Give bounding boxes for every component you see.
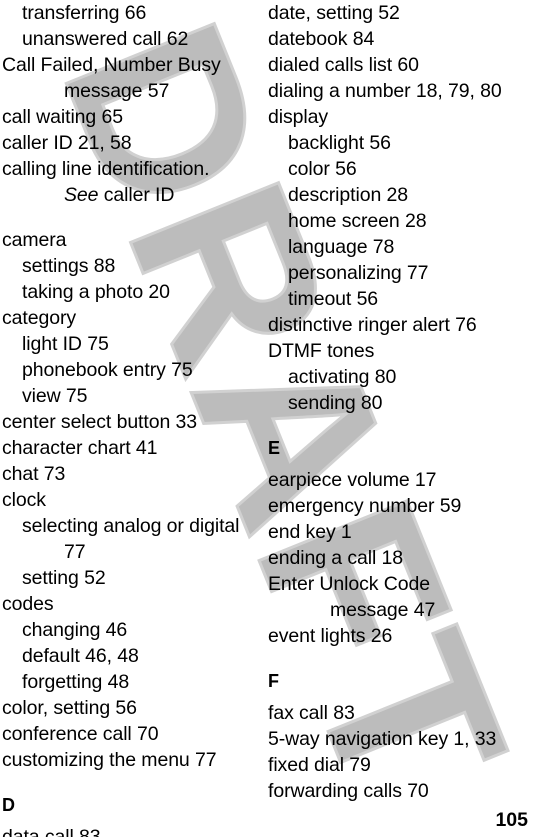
index-section-letter: D bbox=[2, 795, 15, 815]
index-entry-see-reference: See bbox=[64, 184, 99, 206]
index-entry: center select button 33 bbox=[2, 411, 197, 433]
index-entry: timeout 56 bbox=[288, 288, 379, 310]
index-entry: date, setting 52 bbox=[268, 2, 400, 24]
index-entry: caller ID 21, 58 bbox=[2, 132, 132, 154]
index-column-left: transferring 66 unanswered call 62 Call Fa… bbox=[2, 0, 264, 837]
index-entry: conference call 70 bbox=[2, 723, 159, 745]
index-entry: language 78 bbox=[288, 236, 395, 258]
index-entry: fixed dial 79 bbox=[268, 754, 371, 776]
index-entry: earpiece volume 17 bbox=[268, 469, 437, 491]
index-entry: camera bbox=[2, 229, 67, 251]
index-entry: customizing the menu 77 bbox=[2, 749, 217, 771]
index-entry: sending 80 bbox=[288, 392, 383, 414]
index-entry: taking a photo 20 bbox=[22, 281, 170, 303]
index-entry: activating 80 bbox=[288, 366, 397, 388]
index-content: transferring 66 unanswered call 62 Call Fa… bbox=[0, 0, 533, 837]
index-entry: Call Failed, Number Busy bbox=[2, 54, 221, 76]
index-section-letter: E bbox=[268, 438, 281, 458]
index-entry: fax call 83 bbox=[268, 702, 355, 724]
index-entry: description 28 bbox=[288, 184, 409, 206]
index-column-right: date, setting 52 datebook 84 dialed calls … bbox=[268, 0, 530, 804]
index-entry: end key 1 bbox=[268, 521, 352, 543]
index-entry: phonebook entry 75 bbox=[22, 359, 193, 381]
index-entry: message 57 bbox=[64, 80, 170, 102]
index-entry: 77 bbox=[64, 541, 86, 563]
index-entry: message 47 bbox=[330, 599, 436, 621]
index-entry: setting 52 bbox=[22, 567, 106, 589]
index-entry: personalizing 77 bbox=[288, 262, 429, 284]
index-entry: color 56 bbox=[288, 158, 357, 180]
page-number: 105 bbox=[495, 809, 528, 831]
index-entry-text: caller ID bbox=[98, 184, 175, 206]
index-entry: forgetting 48 bbox=[22, 671, 130, 693]
index-entry: codes bbox=[2, 593, 54, 615]
index-entry: color, setting 56 bbox=[2, 697, 137, 719]
index-entry: distinctive ringer alert 76 bbox=[268, 314, 477, 336]
index-page: DRAFT transferring 66 unanswered call 62 C… bbox=[0, 0, 533, 837]
index-entry: settings 88 bbox=[22, 255, 116, 277]
index-entry: emergency number 59 bbox=[268, 495, 462, 517]
index-entry: dialing a number 18, 79, 80 bbox=[268, 80, 502, 102]
index-entry: display bbox=[268, 106, 328, 128]
index-entry: unanswered call 62 bbox=[22, 28, 189, 50]
index-entry: transferring 66 bbox=[22, 2, 147, 24]
index-entry: changing 46 bbox=[22, 619, 128, 641]
index-entry: backlight 56 bbox=[288, 132, 391, 154]
index-entry: character chart 41 bbox=[2, 437, 158, 459]
index-entry: data call 83 bbox=[2, 826, 101, 837]
index-section-letter: F bbox=[268, 671, 279, 691]
index-entry: category bbox=[2, 307, 76, 329]
index-entry: selecting analog or digital bbox=[22, 515, 240, 537]
index-entry: view 75 bbox=[22, 385, 88, 407]
index-entry: home screen 28 bbox=[288, 210, 427, 232]
index-entry: DTMF tones bbox=[268, 340, 375, 362]
index-entry: ending a call 18 bbox=[268, 547, 404, 569]
index-entry: calling line identification. bbox=[2, 158, 210, 180]
index-entry: datebook 84 bbox=[268, 28, 375, 50]
index-entry: Enter Unlock Code bbox=[268, 573, 430, 595]
index-entry: call waiting 65 bbox=[2, 106, 123, 128]
index-entry: See caller ID bbox=[2, 182, 264, 208]
index-entry: event lights 26 bbox=[268, 625, 393, 647]
index-entry: forwarding calls 70 bbox=[268, 780, 429, 802]
index-entry: 5-way navigation key 1, 33 bbox=[268, 728, 497, 750]
index-entry: default 46, 48 bbox=[22, 645, 139, 667]
index-entry: dialed calls list 60 bbox=[268, 54, 419, 76]
index-entry: chat 73 bbox=[2, 463, 66, 485]
index-entry: light ID 75 bbox=[22, 333, 109, 355]
index-entry: clock bbox=[2, 489, 46, 511]
